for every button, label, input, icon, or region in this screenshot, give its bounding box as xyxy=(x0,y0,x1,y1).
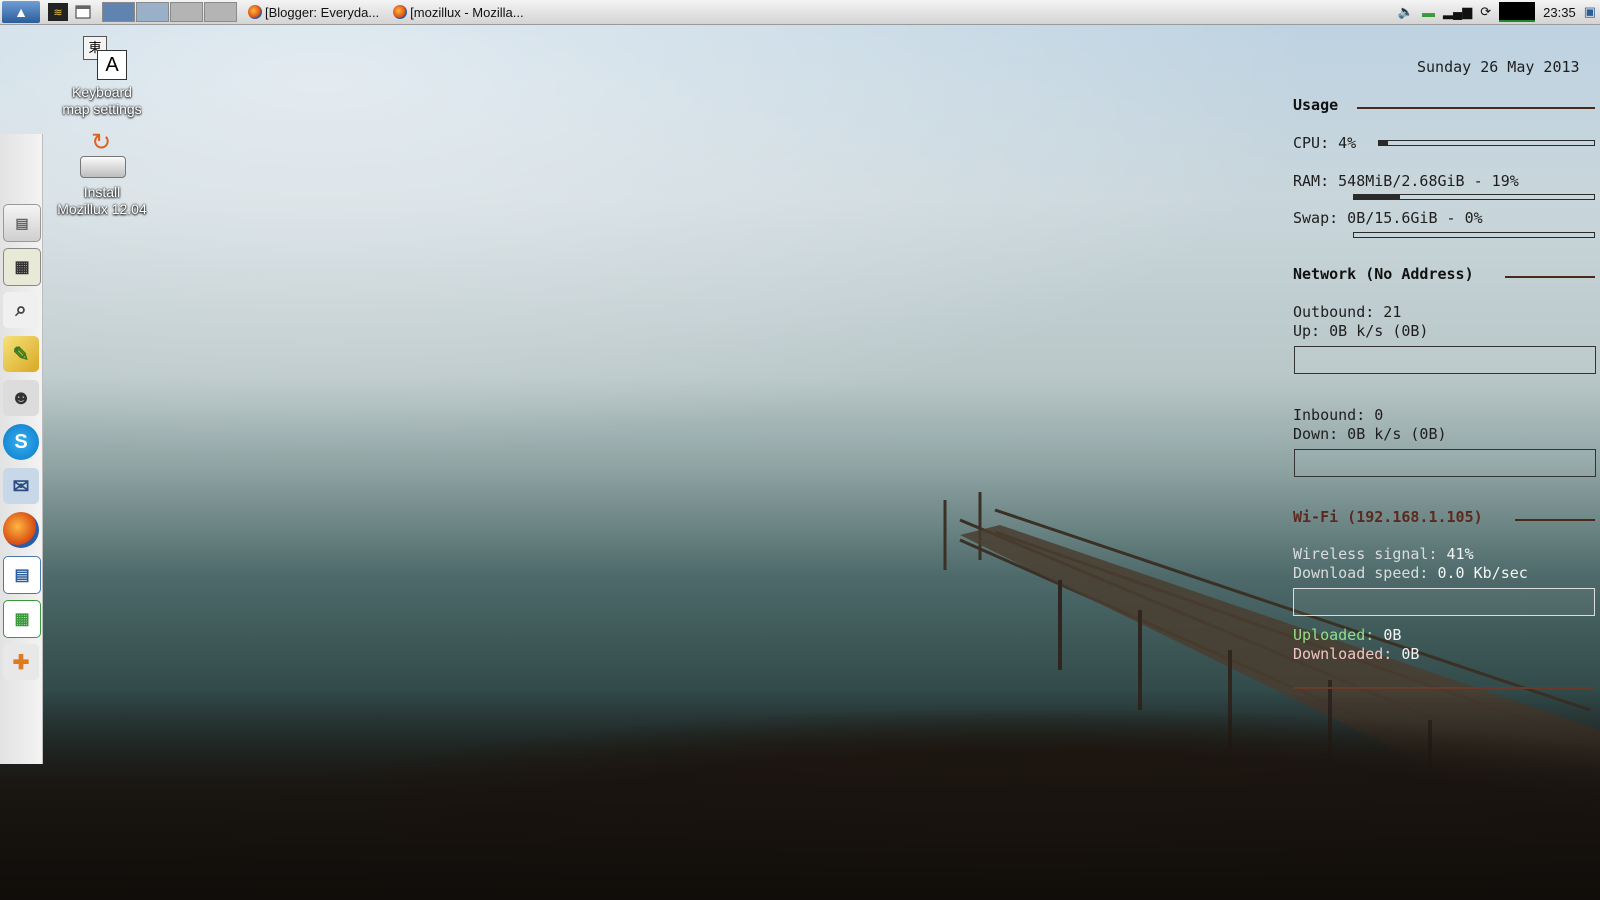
downloaded-label: Downloaded: xyxy=(1293,645,1393,663)
usage-divider xyxy=(1357,107,1595,109)
system-tray: 🔈 ▬ ▂▄▆ ⟳ 23:35 ▣ xyxy=(1398,0,1596,24)
taskbar-button-blogger[interactable]: [Blogger: Everyda... xyxy=(244,1,383,23)
download-speed-value: 0.0 Kb/sec xyxy=(1437,564,1528,582)
conky-date: Sunday 26 May 2013 xyxy=(1417,58,1580,76)
wallpaper-shore xyxy=(0,690,1600,900)
ram-bar-fill xyxy=(1354,195,1400,199)
workspace-1[interactable] xyxy=(102,2,135,22)
extensions-icon[interactable]: ✚ xyxy=(3,644,39,680)
downloaded-value: 0B xyxy=(1401,645,1420,663)
skype-icon[interactable]: S xyxy=(3,424,39,460)
calculator-icon[interactable]: ▦ xyxy=(3,248,41,286)
workspace-3[interactable] xyxy=(170,2,203,22)
downloaded-row: Downloaded: 0B xyxy=(1293,645,1419,663)
mail-icon[interactable]: ✉ xyxy=(3,468,39,504)
firefox-icon[interactable] xyxy=(3,512,39,548)
taskbar-label: [mozillux - Mozilla... xyxy=(410,4,524,20)
uploaded-row: Uploaded: 0B xyxy=(1293,626,1401,644)
wireless-signal-label: Wireless signal: xyxy=(1293,545,1438,563)
clock[interactable]: 23:35 xyxy=(1543,5,1576,20)
uploaded-value: 0B xyxy=(1383,626,1402,644)
down-label: Down: 0B k/s (0B) xyxy=(1293,425,1447,443)
mountain-logo-icon: ▲ xyxy=(14,4,28,20)
taskbar-button-mozillux[interactable]: [mozillux - Mozilla... xyxy=(389,1,527,23)
ram-label: RAM: 548MiB/2.68GiB - 19% xyxy=(1293,172,1519,190)
uploaded-label: Uploaded: xyxy=(1293,626,1375,644)
wireless-signal-value: 41% xyxy=(1446,545,1474,563)
text-editor-icon[interactable]: ✎ xyxy=(3,336,39,372)
cpu-label: CPU: 4% xyxy=(1293,134,1357,152)
workspace-switcher[interactable] xyxy=(102,2,238,22)
taskbar-label: [Blogger: Everyda... xyxy=(265,4,380,20)
installer-icon: ↻ xyxy=(78,131,126,180)
inbound-label: Inbound: 0 xyxy=(1293,406,1384,424)
system-monitor-icon[interactable]: ≋ xyxy=(48,3,68,21)
contacts-icon[interactable]: ☻ xyxy=(3,380,39,416)
bottom-divider xyxy=(1293,687,1593,689)
file-manager-icon[interactable]: ▤ xyxy=(3,204,41,242)
cpu-bar xyxy=(1378,140,1595,146)
writer-icon[interactable]: ▤ xyxy=(3,556,41,594)
upload-graph xyxy=(1294,346,1596,374)
network-signal-icon[interactable]: ▂▄▆ xyxy=(1443,4,1472,20)
volume-icon[interactable]: 🔈 xyxy=(1398,4,1414,20)
workspace-4[interactable] xyxy=(204,2,237,22)
battery-icon[interactable]: ▬ xyxy=(1422,5,1435,20)
app-menu-button[interactable]: ▲ xyxy=(2,1,40,23)
desktop-icon-keyboard-map[interactable]: 東A Keyboard map settings xyxy=(47,34,157,118)
firefox-icon xyxy=(248,5,262,19)
outbound-label: Outbound: 21 xyxy=(1293,303,1402,321)
keyboard-icon: 東A xyxy=(79,34,127,80)
wifi-divider xyxy=(1515,519,1595,521)
download-speed-label: Download speed: xyxy=(1293,564,1429,582)
wifi-speed-graph xyxy=(1293,588,1595,616)
cpu-bar-fill xyxy=(1379,141,1388,145)
swap-label: Swap: 0B/15.6GiB - 0% xyxy=(1293,209,1483,227)
ram-bar xyxy=(1353,194,1595,200)
desktop-icon-label: Keyboard xyxy=(72,84,132,100)
download-graph xyxy=(1294,449,1596,477)
swap-bar xyxy=(1353,232,1595,238)
wireless-signal-row: Wireless signal: 41% xyxy=(1293,545,1474,563)
desktop-icon-label: Install xyxy=(83,184,121,200)
network-header: Network (No Address) xyxy=(1293,265,1474,283)
download-speed-row: Download speed: 0.0 Kb/sec xyxy=(1293,564,1528,582)
desktop-icon-label: map settings xyxy=(62,101,142,117)
network-divider xyxy=(1505,276,1595,278)
update-icon[interactable]: ⟳ xyxy=(1480,4,1491,20)
firefox-icon xyxy=(393,5,408,19)
user-icon[interactable]: ▣ xyxy=(1584,4,1596,20)
top-panel: ▲ ≋ [Blogger: Everyda... [mozillux - Moz… xyxy=(0,0,1600,25)
search-icon[interactable]: ⌕ xyxy=(3,292,39,328)
left-dock: ▤ ▦ ⌕ ✎ ☻ S ✉ ▤ ▦ ✚ xyxy=(0,134,43,764)
up-label: Up: 0B k/s (0B) xyxy=(1293,322,1429,340)
desktop-icon-install[interactable]: ↻ Install Mozillux 12.04 xyxy=(47,131,157,218)
spreadsheet-icon[interactable]: ▦ xyxy=(3,600,41,638)
wifi-header: Wi-Fi (192.168.1.105) xyxy=(1293,508,1483,526)
cpu-graph-applet[interactable] xyxy=(1499,2,1536,22)
usage-header: Usage xyxy=(1293,96,1339,114)
show-desktop-icon[interactable] xyxy=(74,3,92,21)
desktop-icon-label: Mozillux 12.04 xyxy=(57,201,147,217)
workspace-2[interactable] xyxy=(136,2,169,22)
